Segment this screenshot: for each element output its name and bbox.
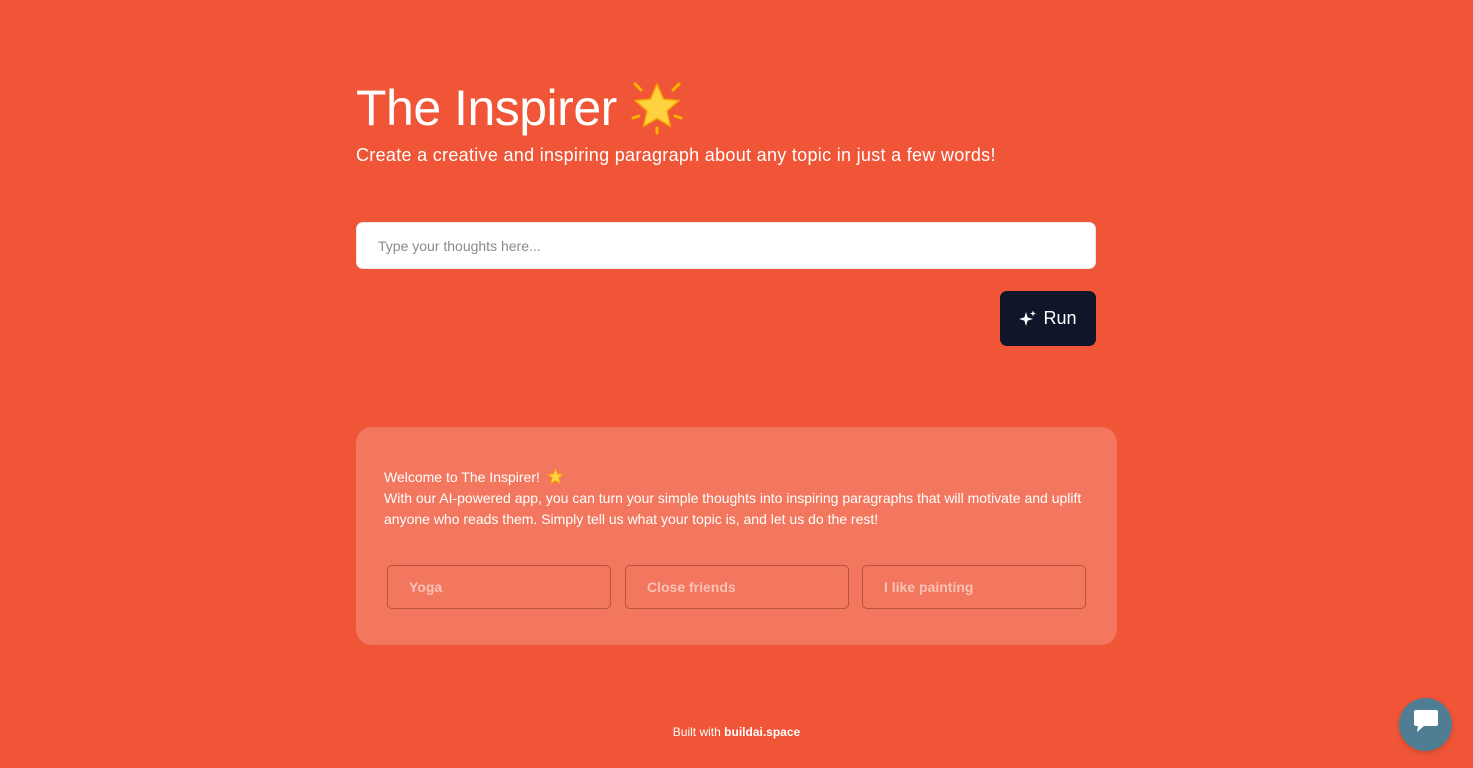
- sparkle-icon: [1019, 310, 1037, 328]
- thoughts-input-container: [356, 222, 1096, 269]
- footer-brand-link[interactable]: buildai.space: [724, 725, 800, 739]
- page: The Inspirer Create a creative and inspi…: [0, 0, 1473, 768]
- glowing-star-icon: [627, 78, 687, 138]
- page-title: The Inspirer: [356, 78, 687, 138]
- footer-prefix: Built with: [672, 725, 721, 739]
- welcome-heading: Welcome to The Inspirer!: [384, 469, 540, 485]
- example-chip-painting[interactable]: I like painting: [862, 565, 1086, 609]
- example-chip-close-friends[interactable]: Close friends: [625, 565, 849, 609]
- example-chip-label: Close friends: [647, 579, 736, 595]
- star-icon: [547, 468, 564, 485]
- chat-icon: [1412, 709, 1440, 740]
- page-title-text: The Inspirer: [356, 80, 617, 136]
- welcome-text: Welcome to The Inspirer! With our AI-pow…: [384, 467, 1084, 530]
- welcome-body: With our AI-powered app, you can turn yo…: [384, 490, 1082, 527]
- chat-widget-button[interactable]: [1399, 698, 1452, 751]
- run-button[interactable]: Run: [1000, 291, 1096, 346]
- thoughts-input[interactable]: [357, 223, 1095, 268]
- example-chip-yoga[interactable]: Yoga: [387, 565, 611, 609]
- welcome-card: Welcome to The Inspirer! With our AI-pow…: [356, 427, 1117, 645]
- page-subtitle: Create a creative and inspiring paragrap…: [356, 145, 996, 165]
- run-button-label: Run: [1043, 308, 1077, 328]
- example-chip-label: Yoga: [409, 579, 443, 595]
- example-chip-label: I like painting: [884, 579, 974, 595]
- footer: Built with buildai.space: [0, 725, 1473, 739]
